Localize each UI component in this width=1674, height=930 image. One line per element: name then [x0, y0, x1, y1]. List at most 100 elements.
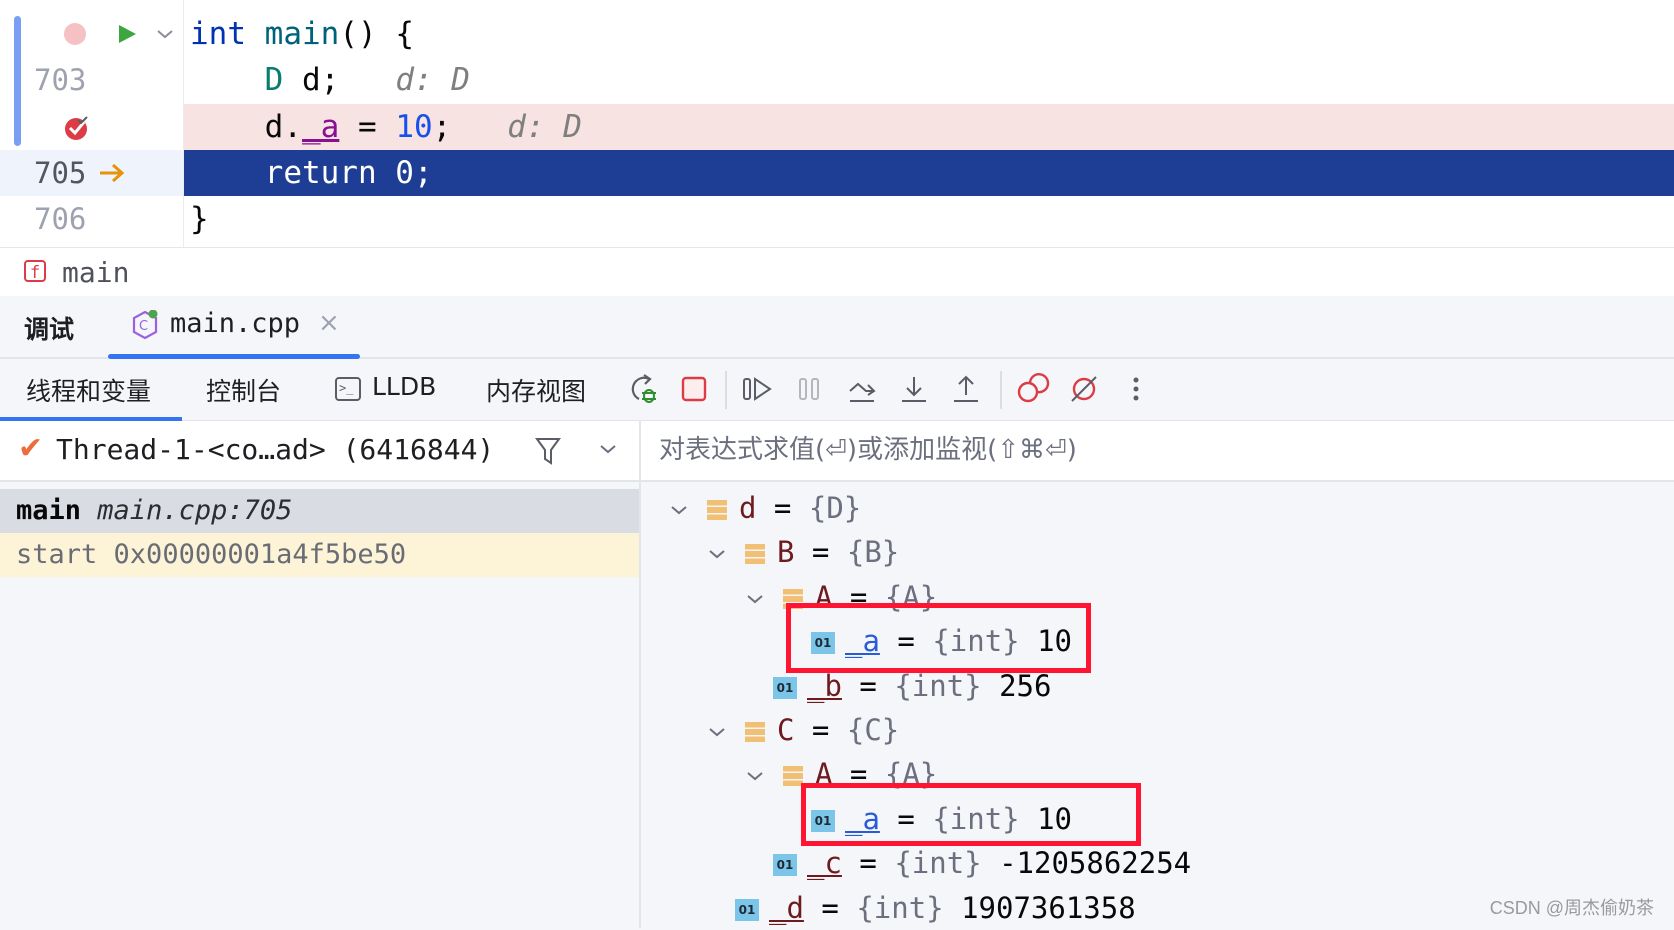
- resume-icon[interactable]: [740, 371, 776, 407]
- code-line-breakpoint: d._a = 10; d: D: [0, 104, 1674, 150]
- line-number: 706: [34, 202, 87, 236]
- code-editor[interactable]: int main() { 703 D d; d: D d._a = 10; d:…: [0, 0, 1674, 247]
- equals-sign: =: [803, 890, 857, 925]
- debug-window-title: 调试: [24, 315, 75, 344]
- close-tab-icon[interactable]: ×: [318, 308, 340, 338]
- inline-value-hint: d: D: [339, 62, 470, 98]
- frame-location: main.cpp:705: [97, 495, 293, 526]
- code-token: () {: [339, 16, 414, 52]
- code-token: ;: [432, 109, 452, 145]
- thread-selector[interactable]: ✔ Thread-1-<co…ad> (6416844): [0, 421, 639, 482]
- variable-value: 256: [981, 668, 1052, 703]
- breadcrumb-function[interactable]: main: [62, 256, 129, 289]
- tab-console[interactable]: 控制台: [206, 372, 281, 408]
- frame-text: main main.cpp:705: [16, 495, 292, 526]
- cpp-file-icon: C: [132, 310, 158, 340]
- chevron-down-icon[interactable]: [156, 27, 174, 41]
- thread-label[interactable]: Thread-1-<co…ad> (6416844): [56, 433, 494, 466]
- code-text: D d; d: D: [190, 57, 470, 103]
- run-icon[interactable]: [116, 23, 138, 45]
- function-icon: f: [24, 260, 46, 283]
- variable-type: {D}: [808, 491, 862, 525]
- chevron-down-icon[interactable]: [745, 589, 765, 609]
- variable-group-row[interactable]: B = {B}: [707, 530, 899, 574]
- tab-threads-variables[interactable]: 线程和变量: [26, 372, 151, 408]
- evaluate-expression-bar[interactable]: [641, 421, 1674, 482]
- frame-function: start: [16, 539, 98, 570]
- terminal-icon: >_: [335, 377, 361, 401]
- svg-text:C: C: [139, 319, 148, 334]
- variable-row[interactable]: 01 _d = {int} 1907361358: [735, 886, 1136, 930]
- toolbar-separator: [1000, 371, 1002, 409]
- filter-icon[interactable]: [534, 435, 562, 467]
- code-token: }: [190, 201, 209, 237]
- variable-type: {C}: [846, 713, 900, 747]
- pause-icon[interactable]: [792, 371, 828, 407]
- equals-sign: =: [841, 668, 895, 703]
- code-token: D: [264, 62, 284, 98]
- code-text: }: [190, 196, 209, 242]
- equals-sign: =: [794, 535, 847, 570]
- code-text: int main() {: [190, 11, 414, 57]
- object-icon: [707, 500, 727, 520]
- variable-group-row[interactable]: d = {D}: [669, 486, 861, 530]
- code-line: 703 D d; d: D: [0, 57, 1674, 103]
- code-line-execution-point: 705 return 0;: [0, 150, 1674, 196]
- stop-icon[interactable]: [676, 371, 712, 407]
- more-options-icon[interactable]: [1118, 371, 1154, 407]
- object-icon: [783, 766, 803, 787]
- variable-group-row[interactable]: C = {C}: [707, 708, 899, 752]
- tab-lldb[interactable]: LLDB: [372, 372, 436, 401]
- object-icon: [745, 544, 765, 565]
- code-line: 706 }: [0, 196, 1674, 242]
- chevron-down-icon[interactable]: [707, 544, 727, 564]
- tab-main-cpp[interactable]: C main.cpp ×: [108, 296, 360, 359]
- debugger-toolbar: 线程和变量 控制台 >_ LLDB 内存视图: [0, 359, 1674, 422]
- variable-type: {B}: [846, 535, 900, 570]
- variable-value: -1205862254: [981, 846, 1192, 881]
- code-line: int main() {: [0, 11, 1674, 57]
- chevron-down-icon[interactable]: [745, 766, 765, 786]
- debug-tool-window-tabs: 调试 C main.cpp ×: [0, 296, 1674, 359]
- execution-arrow-icon: [100, 163, 125, 183]
- object-icon: [745, 722, 765, 742]
- chevron-down-icon[interactable]: [598, 439, 618, 459]
- code-token: return 0;: [190, 155, 433, 191]
- equals-sign: =: [794, 713, 847, 747]
- evaluate-expression-input[interactable]: [657, 429, 1641, 471]
- breadcrumb: f main: [0, 247, 1674, 297]
- annotation-highlight-box: [786, 603, 1091, 673]
- code-token: d;: [283, 62, 340, 98]
- mute-breakpoints-icon[interactable]: [1066, 371, 1102, 407]
- frames-panel: ✔ Thread-1-<co…ad> (6416844) main main.c…: [0, 421, 641, 928]
- step-over-icon[interactable]: [844, 371, 880, 407]
- stack-frame-selected[interactable]: main main.cpp:705: [0, 489, 639, 533]
- code-token: d.: [190, 109, 302, 145]
- primitive-field-icon: 01: [735, 898, 759, 921]
- step-out-icon[interactable]: [948, 371, 984, 407]
- chevron-down-icon[interactable]: [707, 722, 727, 742]
- variable-row[interactable]: 01 _c = {int} -1205862254: [773, 841, 1191, 885]
- rerun-debug-icon[interactable]: [625, 371, 661, 407]
- toolbar-separator: [725, 371, 727, 409]
- frame-text: start 0x00000001a4f5be50: [16, 539, 406, 570]
- stack-frame[interactable]: start 0x00000001a4f5be50: [0, 533, 639, 577]
- primitive-field-icon: 01: [773, 676, 797, 699]
- tab-memory-view[interactable]: 内存视图: [486, 372, 586, 408]
- chevron-down-icon[interactable]: [669, 500, 689, 520]
- variable-name: _d: [769, 890, 804, 925]
- code-token: =: [339, 109, 396, 145]
- variable-name: d: [739, 491, 757, 525]
- view-breakpoints-icon[interactable]: [1014, 371, 1050, 407]
- breakpoint-verified-icon[interactable]: [64, 115, 90, 141]
- variable-type: {int}: [894, 846, 982, 881]
- variable-value: 1907361358: [943, 890, 1136, 925]
- variable-name: _b: [807, 668, 842, 703]
- disabled-breakpoint-icon[interactable]: [64, 23, 86, 45]
- code-text: return 0;: [190, 150, 433, 196]
- annotation-highlight-box: [801, 783, 1141, 846]
- variables-panel: d = {D}B = {B}A = {A}01_a = {int} 1001_b…: [641, 421, 1674, 928]
- step-into-icon[interactable]: [896, 371, 932, 407]
